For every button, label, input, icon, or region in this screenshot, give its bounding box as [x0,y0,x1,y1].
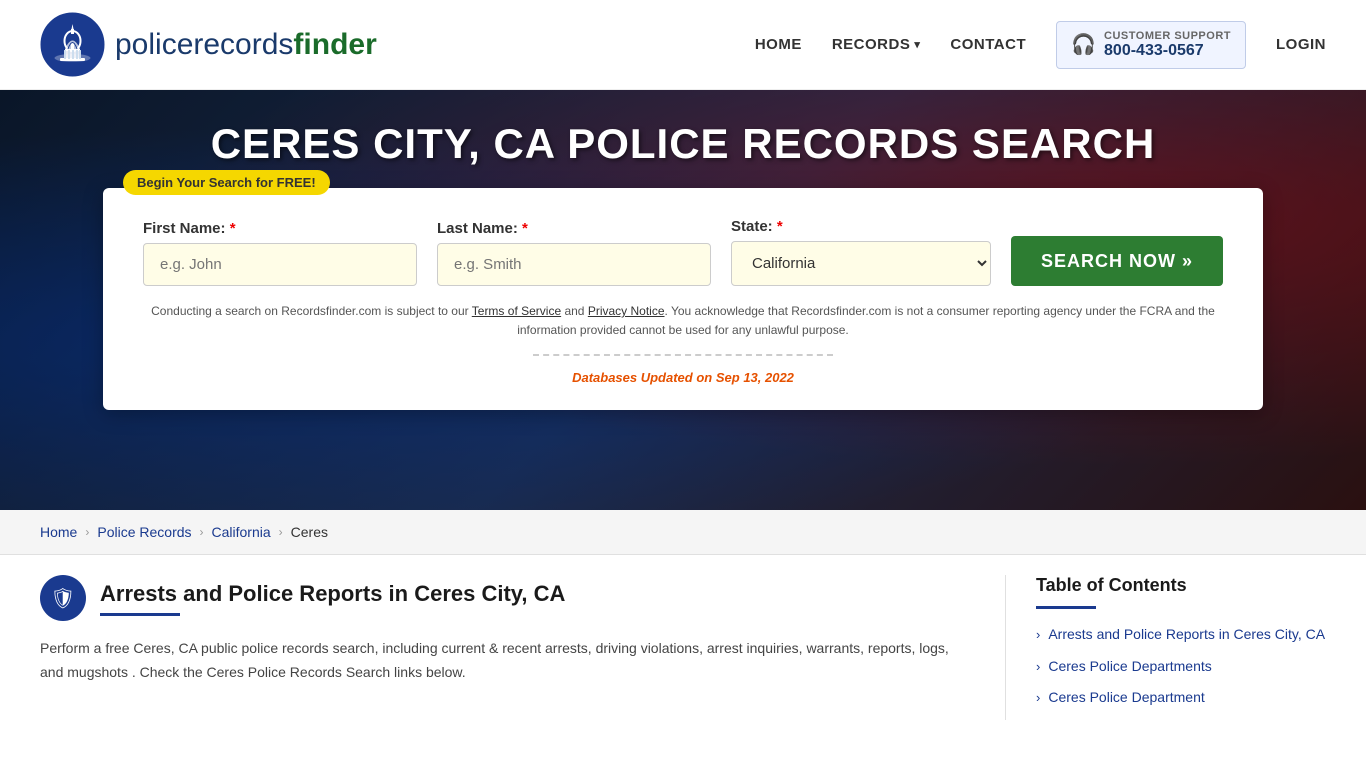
breadcrumb-home[interactable]: Home [40,524,77,540]
divider [533,354,833,356]
required-marker: * [777,218,783,235]
hero-content: CERES CITY, CA POLICE RECORDS SEARCH Beg… [20,120,1346,410]
main-content: 🛡 Arrests and Police Reports in Ceres Ci… [0,575,1366,720]
customer-support: 🎧 CUSTOMER SUPPORT 800-433-0567 [1056,21,1246,69]
last-name-field-group: Last Name: * [437,220,711,286]
toc-item-3: › Ceres Police Department [1036,688,1326,708]
content-left: 🛡 Arrests and Police Reports in Ceres Ci… [40,575,1006,720]
breadcrumb-sep-1: › [85,525,89,539]
toc-link-1[interactable]: Arrests and Police Reports in Ceres City… [1048,625,1325,645]
last-name-label: Last Name: * [437,220,711,237]
last-name-input[interactable] [437,243,711,286]
toc-underline [1036,606,1096,609]
nav-login[interactable]: LOGIN [1276,36,1326,53]
toc-item-1: › Arrests and Police Reports in Ceres Ci… [1036,625,1326,645]
first-name-field-group: First Name: * [143,220,417,286]
search-box: Begin Your Search for FREE! First Name: … [103,188,1263,410]
state-field-group: State: * California Alabama Alaska Arizo… [731,218,991,286]
page-title: CERES CITY, CA POLICE RECORDS SEARCH [211,120,1156,168]
breadcrumb-california[interactable]: California [212,524,271,540]
required-marker: * [230,220,236,237]
support-label: CUSTOMER SUPPORT [1104,30,1231,42]
headset-icon: 🎧 [1071,32,1096,57]
chevron-right-icon: › [1036,659,1040,674]
chevron-right-icon: › [1036,690,1040,705]
logo: policerecordsfinder [40,12,377,77]
main-nav: HOME RECORDS ▾ CONTACT 🎧 CUSTOMER SUPPOR… [755,21,1326,69]
toc-link-3[interactable]: Ceres Police Department [1048,688,1204,708]
nav-home[interactable]: HOME [755,36,802,53]
breadcrumb-current: Ceres [291,524,328,540]
required-marker: * [522,220,528,237]
support-number: 800-433-0567 [1104,42,1231,60]
breadcrumb-sep-2: › [200,525,204,539]
toc-item-2: › Ceres Police Departments [1036,657,1326,677]
tos-link[interactable]: Terms of Service [472,304,561,318]
article-title-underline [100,613,180,616]
privacy-link[interactable]: Privacy Notice [588,304,665,318]
breadcrumb-sep-3: › [279,525,283,539]
state-select[interactable]: California Alabama Alaska Arizona Arkans… [731,241,991,286]
logo-text: policerecordsfinder [115,28,377,62]
first-name-label: First Name: * [143,220,417,237]
db-updated: Databases Updated on Sep 13, 2022 [143,370,1223,385]
search-fields: First Name: * Last Name: * State: * [143,218,1223,286]
disclaimer-text: Conducting a search on Recordsfinder.com… [143,302,1223,340]
toc-title: Table of Contents [1036,575,1326,596]
header: policerecordsfinder HOME RECORDS ▾ CONTA… [0,0,1366,90]
toc-link-2[interactable]: Ceres Police Departments [1048,657,1211,677]
chevron-down-icon: ▾ [914,38,920,51]
article-title: Arrests and Police Reports in Ceres City… [100,581,565,607]
article-header: 🛡 Arrests and Police Reports in Ceres Ci… [40,575,965,621]
first-name-input[interactable] [143,243,417,286]
free-badge: Begin Your Search for FREE! [123,170,330,195]
search-button[interactable]: SEARCH NOW » [1011,236,1223,286]
toc-list: › Arrests and Police Reports in Ceres Ci… [1036,625,1326,708]
breadcrumb: Home › Police Records › California › Cer… [0,510,1366,555]
article-body: Perform a free Ceres, CA public police r… [40,637,965,685]
chevron-right-icon: › [1036,627,1040,642]
shield-icon: 🛡 [40,575,86,621]
nav-records[interactable]: RECORDS ▾ [832,36,921,53]
hero-section: CERES CITY, CA POLICE RECORDS SEARCH Beg… [0,90,1366,510]
logo-icon [40,12,105,77]
state-label: State: * [731,218,991,235]
content-right: Table of Contents › Arrests and Police R… [1006,575,1326,720]
nav-contact[interactable]: CONTACT [950,36,1026,53]
breadcrumb-police-records[interactable]: Police Records [97,524,191,540]
